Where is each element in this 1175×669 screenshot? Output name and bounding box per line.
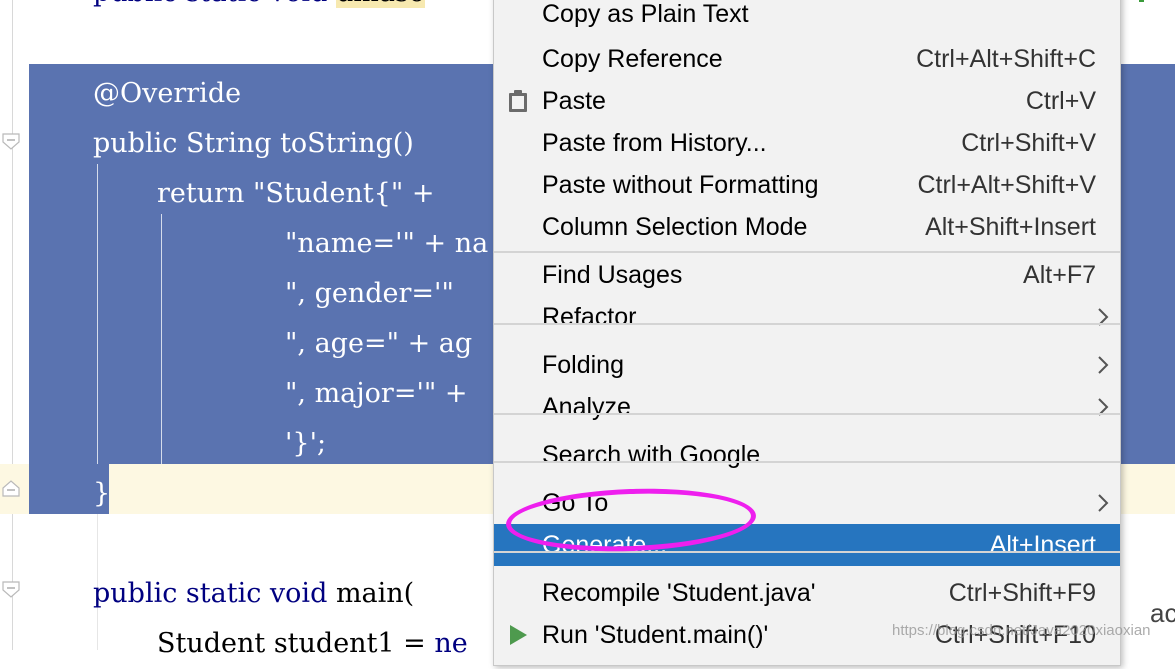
menu-item-shortcut: Alt+F7: [1023, 261, 1096, 289]
menu-item-shortcut: Ctrl+Alt+Shift+C: [916, 45, 1096, 73]
menu-item-shortcut: Ctrl+Shift+F9: [948, 579, 1096, 607]
menu-item-label: Generate...: [542, 531, 668, 559]
code-line-name: "name='" + na: [285, 228, 489, 259]
menu-item-label: Column Selection Mode: [542, 213, 808, 241]
code-line-student: Student student1 = ne: [157, 628, 468, 659]
marker-dot: [1139, 0, 1144, 2]
menu-item-label: Paste from History...: [542, 129, 767, 157]
code-line-override: @Override: [93, 78, 242, 109]
menu-item-label: Folding: [542, 351, 624, 379]
code-line-major: ", major='" +: [285, 378, 468, 409]
code-line-return: return "Student{" +: [157, 178, 435, 209]
code-line-age: ", age=" + ag: [285, 328, 473, 359]
menu-item-label: Refactor: [542, 303, 637, 331]
watermark: https://blog.csdn.net/Java2020xiaoxian: [892, 622, 1151, 639]
code-line-gender: ", gender='": [285, 278, 454, 309]
context-menu: Copy as Plain Text Copy Reference Ctrl+Alt…: [493, 0, 1121, 666]
menu-item-shortcut: Alt+Insert: [989, 531, 1096, 559]
menu-item-label: Find Usages: [542, 261, 683, 289]
menu-separator: [494, 461, 1120, 463]
edge-text: ac: [1150, 598, 1175, 628]
menu-item-recompile-student-java[interactable]: Recompile 'Student.java' Ctrl+Shift+F9: [494, 572, 1120, 614]
menu-item-label: Copy as Plain Text: [542, 0, 749, 28]
indent-guide: [97, 164, 98, 464]
fold-marker-icon[interactable]: [1, 478, 21, 498]
menu-item-go-to[interactable]: Go To: [494, 482, 1120, 524]
menu-item-paste-without-formatting[interactable]: Paste without Formatting Ctrl+Alt+Shift+V: [494, 164, 1120, 206]
menu-item-label: Go To: [542, 489, 609, 517]
menu-item-shortcut: Ctrl+Shift+V: [961, 129, 1096, 157]
menu-item-copy-reference[interactable]: Copy Reference Ctrl+Alt+Shift+C: [494, 38, 1120, 80]
clipboard-icon: [506, 89, 530, 113]
chevron-right-icon: [1096, 492, 1110, 514]
menu-item-label: Recompile 'Student.java': [542, 579, 816, 607]
menu-item-column-selection-mode[interactable]: Column Selection Mode Alt+Shift+Insert: [494, 206, 1120, 248]
gutter-divider: [12, 0, 13, 650]
menu-item-shortcut: Ctrl+V: [1025, 87, 1096, 115]
menu-item-label: Search with Google: [542, 441, 761, 469]
fold-marker-icon[interactable]: [1, 132, 21, 152]
code-line-main: public static void main(: [93, 578, 415, 609]
code-line-close-string: '}';: [285, 428, 327, 459]
menu-separator: [494, 251, 1120, 253]
menu-item-find-usages[interactable]: Find Usages Alt+F7: [494, 254, 1120, 296]
menu-separator: [494, 413, 1120, 415]
menu-item-label: Analyze: [542, 393, 631, 421]
menu-item-label: Paste: [542, 87, 606, 115]
code-line-brace: }: [93, 478, 111, 509]
menu-item-generate[interactable]: Generate... Alt+Insert: [494, 524, 1120, 566]
menu-item-folding[interactable]: Folding: [494, 344, 1120, 386]
code-line-tostring: public String toString(): [93, 128, 414, 159]
menu-item-refactor[interactable]: Refactor: [494, 296, 1120, 338]
menu-item-label: Copy Reference: [542, 45, 723, 73]
menu-item-paste-from-history[interactable]: Paste from History... Ctrl+Shift+V: [494, 122, 1120, 164]
code-line: public static void dmaso: [93, 0, 426, 18]
fold-marker-icon[interactable]: [1, 580, 21, 600]
chevron-right-icon: [1096, 354, 1110, 376]
menu-item-shortcut: Ctrl+Alt+Shift+V: [917, 171, 1096, 199]
menu-separator: [494, 323, 1120, 325]
menu-item-paste[interactable]: Paste Ctrl+V: [494, 80, 1120, 122]
menu-item-copy-as-plain-text[interactable]: Copy as Plain Text: [494, 0, 1120, 35]
menu-item-analyze[interactable]: Analyze: [494, 386, 1120, 428]
menu-item-search-with-google[interactable]: Search with Google: [494, 434, 1120, 476]
menu-item-label: Paste without Formatting: [542, 171, 819, 199]
menu-item-shortcut: Alt+Shift+Insert: [925, 213, 1096, 241]
menu-separator: [494, 551, 1120, 553]
run-icon: [506, 623, 530, 647]
indent-guide: [161, 214, 162, 464]
